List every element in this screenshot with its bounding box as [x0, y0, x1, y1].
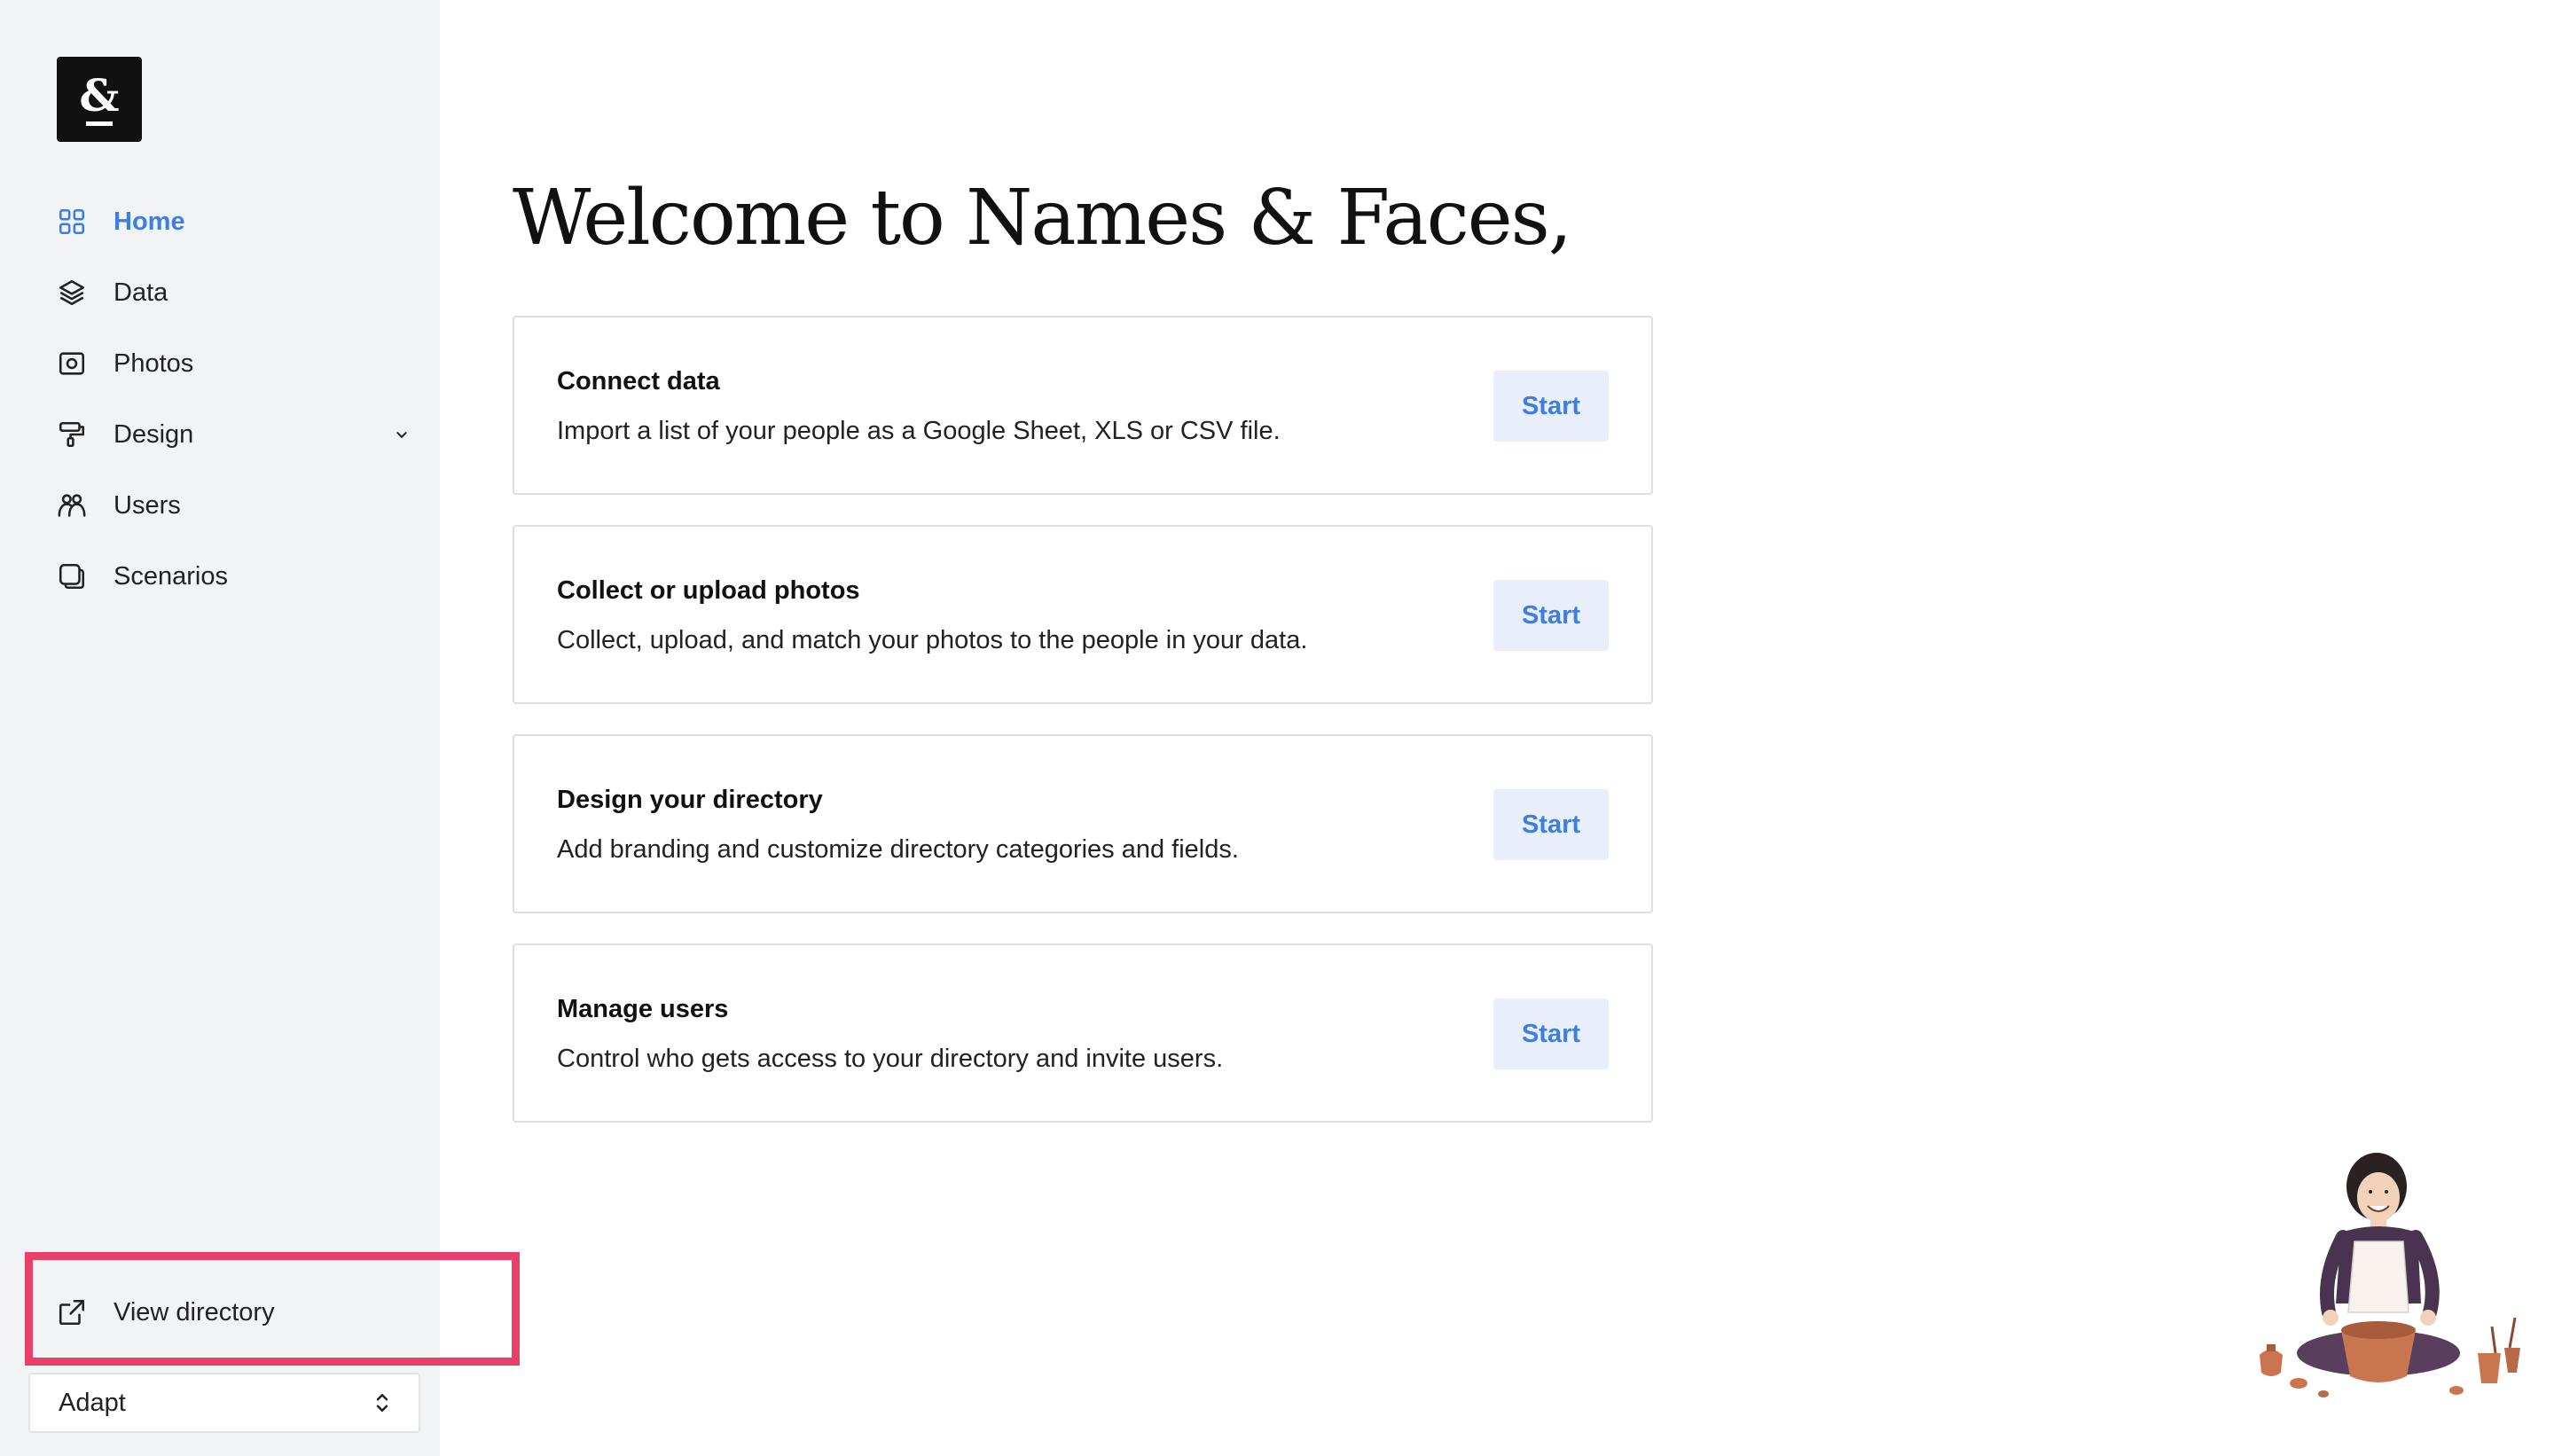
start-button[interactable]: Start — [1493, 580, 1609, 651]
sidebar-item-label: Users — [114, 490, 181, 520]
sidebar: & Home Data Photos Design Users Scenario… — [0, 0, 440, 1456]
sidebar-item-photos[interactable]: Photos — [0, 328, 440, 399]
sidebar-item-label: Design — [114, 419, 194, 449]
organization-select-value: Adapt — [59, 1388, 126, 1417]
chevron-down-icon[interactable] — [392, 425, 411, 444]
page-title: Welcome to Names & Faces, — [513, 174, 1572, 262]
onboarding-cards: Connect data Import a list of your peopl… — [513, 316, 1653, 1153]
sidebar-item-users[interactable]: Users — [0, 470, 440, 541]
pottery-illustration — [2260, 1153, 2520, 1397]
users-icon — [57, 490, 87, 521]
view-directory-label: View directory — [114, 1297, 275, 1327]
main-content: Welcome to Names & Faces, Connect data I… — [440, 0, 2554, 1456]
sidebar-item-label: Scenarios — [114, 561, 228, 591]
external-link-icon — [57, 1297, 87, 1327]
view-directory-link[interactable]: View directory — [0, 1277, 440, 1348]
card-description: Control who gets access to your director… — [557, 1045, 1224, 1073]
paint-roller-icon — [57, 419, 87, 450]
start-button[interactable]: Start — [1493, 789, 1609, 860]
start-button[interactable]: Start — [1493, 371, 1609, 442]
card-description: Collect, upload, and match your photos t… — [557, 626, 1308, 654]
logo-underline — [86, 121, 113, 126]
sidebar-item-design[interactable]: Design — [0, 399, 440, 470]
sidebar-item-home[interactable]: Home — [0, 186, 440, 257]
card-description: Add branding and customize directory cat… — [557, 835, 1239, 864]
brand-logo[interactable]: & — [57, 57, 142, 142]
card-description: Import a list of your people as a Google… — [557, 417, 1281, 445]
scenarios-icon — [57, 561, 87, 591]
card-title: Design your directory — [557, 786, 823, 814]
layers-icon — [57, 278, 87, 308]
sidebar-item-label: Data — [114, 278, 168, 307]
start-button[interactable]: Start — [1493, 998, 1609, 1069]
sidebar-item-label: Photos — [114, 348, 194, 378]
chevron-up-down-icon — [376, 1394, 388, 1412]
app-root: & Home Data Photos Design Users Scenario… — [0, 0, 2554, 1456]
card-design-directory: Design your directory Add branding and c… — [513, 734, 1653, 913]
sidebar-item-scenarios[interactable]: Scenarios — [0, 541, 440, 612]
grid-icon — [57, 207, 87, 237]
card-connect-data: Connect data Import a list of your peopl… — [513, 316, 1653, 495]
card-title: Manage users — [557, 995, 729, 1023]
card-title: Connect data — [557, 367, 720, 395]
organization-select[interactable]: Adapt — [28, 1373, 420, 1433]
sidebar-item-label: Home — [114, 207, 185, 236]
card-collect-photos: Collect or upload photos Collect, upload… — [513, 525, 1653, 704]
photo-icon — [57, 348, 87, 379]
card-manage-users: Manage users Control who gets access to … — [513, 943, 1653, 1123]
sidebar-nav: Home Data Photos Design Users Scenarios — [0, 186, 440, 612]
sidebar-item-data[interactable]: Data — [0, 257, 440, 328]
logo-ampersand: & — [79, 68, 120, 121]
card-title: Collect or upload photos — [557, 576, 860, 605]
